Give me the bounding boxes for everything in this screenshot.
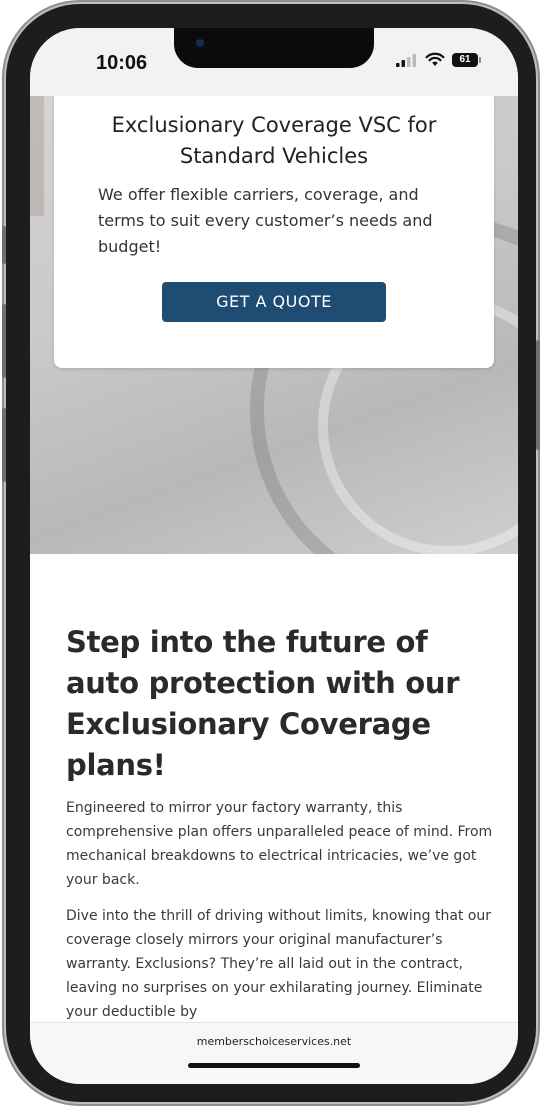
action-button (2, 226, 6, 264)
cellular-signal-icon (396, 53, 416, 67)
volume-up-button (2, 304, 6, 378)
power-button (536, 340, 540, 450)
main-content: Step into the future of auto protection … (30, 554, 518, 1034)
url-text[interactable]: memberschoiceservices.net (30, 1035, 518, 1048)
details-paragraph: Dive into the thrill of driving without … (66, 908, 492, 1020)
home-indicator[interactable] (188, 1063, 360, 1068)
section-headline: Step into the future of auto protection … (66, 625, 460, 782)
quote-card: Exclusionary Coverage VSC for Standard V… (54, 96, 494, 368)
get-a-quote-button[interactable]: GET A QUOTE (162, 282, 386, 322)
hero-background-image (30, 96, 44, 216)
card-description: We offer flexible carriers, coverage, an… (98, 185, 433, 256)
dynamic-island (174, 28, 374, 68)
hero-banner: Exclusionary Coverage VSC for Standard V… (30, 96, 518, 554)
volume-down-button (2, 408, 6, 482)
status-icons: 61 (396, 52, 481, 67)
camera-icon (196, 39, 204, 47)
browser-address-bar[interactable]: memberschoiceservices.net (30, 1022, 518, 1084)
status-bar: 10:06 61 (30, 28, 518, 96)
phone-screen: 10:06 61 Exclusionary Coverage VSC for S… (30, 28, 518, 1084)
wifi-icon (425, 52, 445, 66)
intro-paragraph: Engineered to mirror your factory warran… (66, 800, 493, 888)
battery-level: 61 (459, 54, 471, 65)
battery-icon: 61 (452, 52, 481, 67)
status-time: 10:06 (96, 52, 148, 74)
card-title: Exclusionary Coverage VSC for Standard V… (111, 113, 437, 168)
